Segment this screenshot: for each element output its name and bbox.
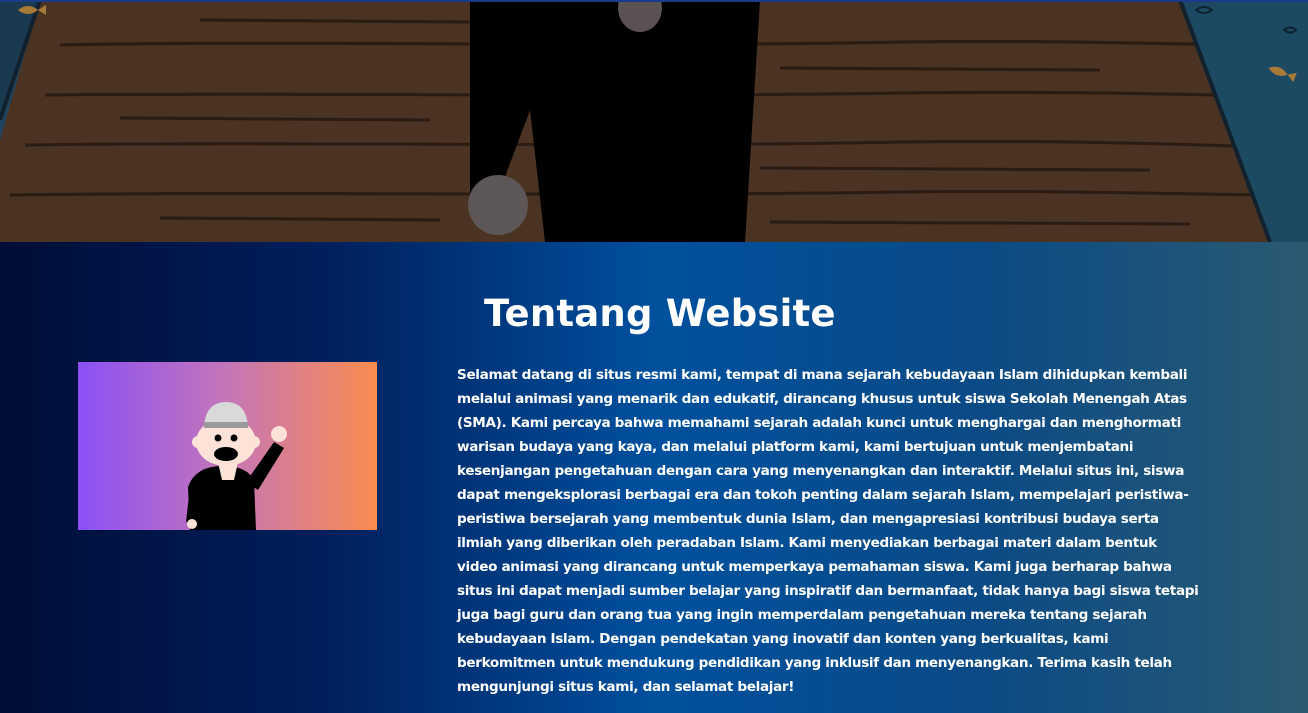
waving-character-icon: [186, 402, 287, 530]
top-border: [0, 0, 1308, 2]
hero-banner: [0, 0, 1308, 242]
about-illustration: [78, 362, 377, 530]
hero-illustration: [0, 0, 1308, 242]
about-section: Tentang Website Selamat datang di situs …: [0, 242, 1308, 713]
about-description: Selamat datang di situs resmi kami, temp…: [457, 367, 1199, 695]
about-title: Tentang Website: [484, 292, 836, 335]
character-hand: [468, 175, 528, 235]
